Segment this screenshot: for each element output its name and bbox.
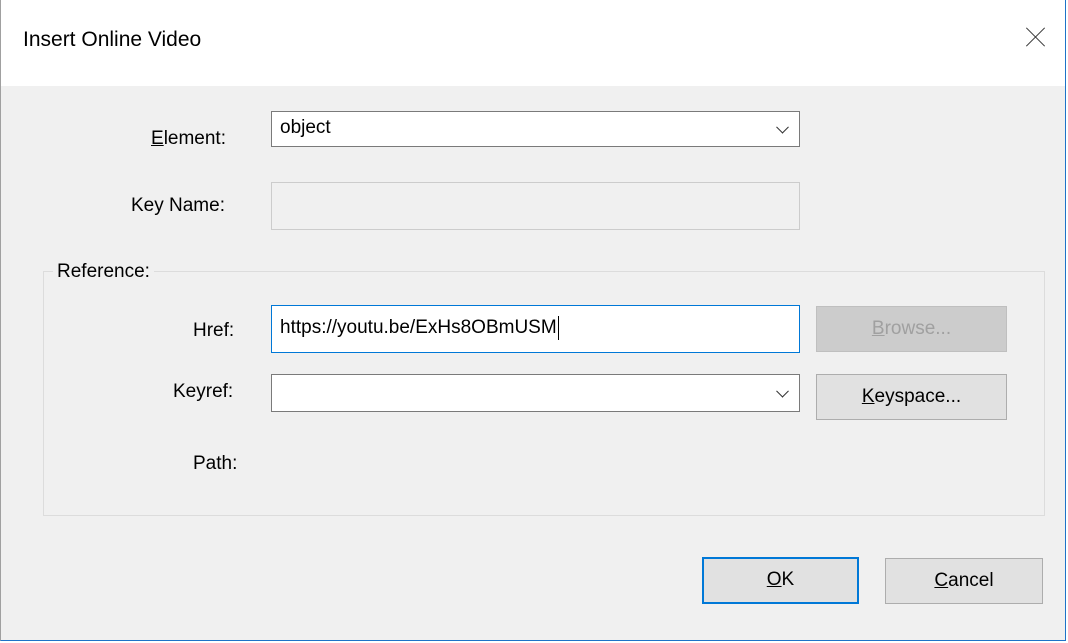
keyspace-button[interactable]: Keyspace...	[816, 374, 1007, 420]
dialog-title: Insert Online Video	[23, 28, 202, 51]
chevron-down-icon	[776, 384, 789, 398]
keyspace-button-text: eyspace...	[874, 386, 962, 407]
cancel-button[interactable]: Cancel	[885, 558, 1043, 604]
chevron-down-icon	[776, 120, 789, 134]
cancel-button-text: ancel	[948, 570, 994, 591]
cancel-button-access-key: C	[934, 570, 949, 591]
close-icon[interactable]	[1025, 26, 1047, 48]
element-label-access-key: E	[151, 128, 164, 149]
keyref-label: Keyref:	[173, 381, 234, 402]
browse-button[interactable]: Browse...	[816, 306, 1007, 352]
text-caret	[557, 316, 559, 340]
browse-button-access-key: B	[871, 318, 885, 339]
href-input-value: https://youtu.be/ExHs8OBmUSM	[280, 317, 557, 339]
path-label: Path:	[193, 453, 238, 474]
ok-button-access-key: O	[766, 569, 782, 590]
key-name-label: Key Name:	[131, 195, 225, 216]
element-label: Element:	[151, 128, 226, 150]
element-label-text: lement:	[163, 128, 226, 149]
element-select-value: object	[280, 117, 331, 138]
ok-button-text: K	[781, 569, 795, 590]
href-label: Href:	[193, 320, 235, 341]
keyref-select[interactable]	[271, 374, 800, 412]
element-select[interactable]: object	[271, 111, 800, 147]
title-bar: Insert Online Video	[1, 0, 1065, 86]
reference-legend: Reference:	[53, 261, 154, 283]
insert-online-video-dialog: Insert Online Video Element: object Key …	[0, 0, 1066, 641]
key-name-field	[271, 182, 800, 230]
keyspace-button-access-key: K	[861, 386, 875, 407]
href-input[interactable]: https://youtu.be/ExHs8OBmUSM	[271, 305, 800, 353]
ok-button[interactable]: OK	[702, 557, 859, 604]
browse-button-text: rowse...	[884, 318, 952, 339]
